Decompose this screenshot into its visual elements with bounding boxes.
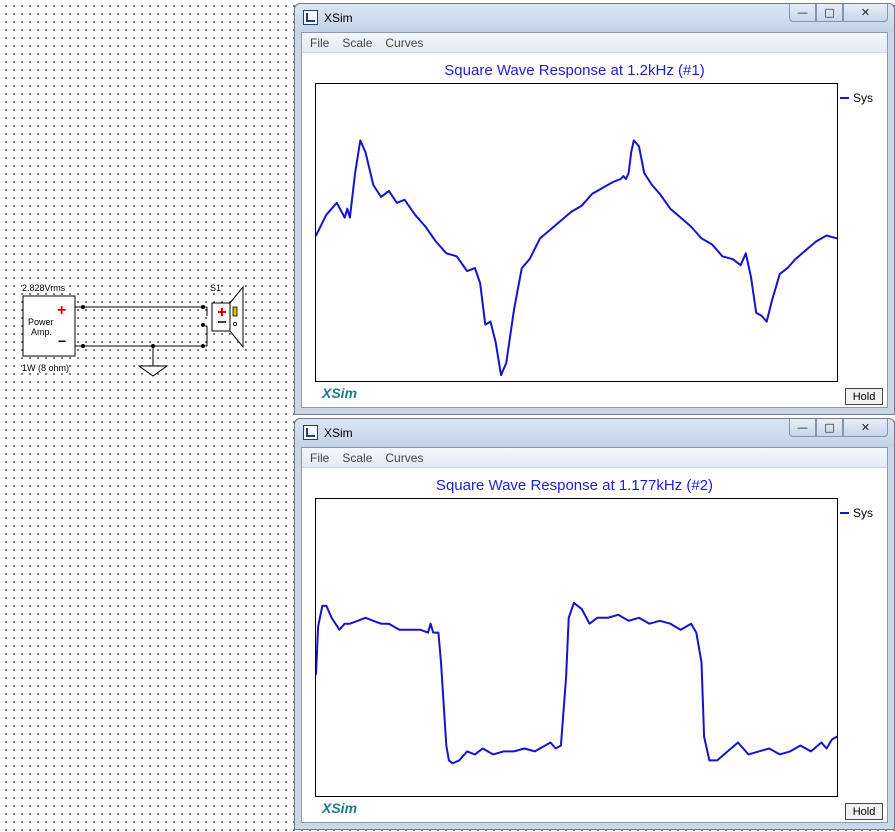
window-title: XSim: [324, 11, 353, 25]
xsim-window-1[interactable]: XSim — □ ✕ File Scale Curves Square Wave…: [294, 3, 895, 415]
xsim-brand: XSim: [322, 385, 358, 401]
legend: Sys: [840, 91, 873, 105]
window-controls: — □ ✕: [789, 4, 888, 24]
source-name-line2: Amp.: [31, 327, 53, 337]
menu-curves[interactable]: Curves: [385, 36, 423, 50]
window-client: File Scale Curves Square Wave Response a…: [301, 32, 888, 408]
xsim-window-2[interactable]: XSim — □ ✕ File Scale Curves Square Wave…: [294, 418, 895, 830]
menu-bar: File Scale Curves: [302, 33, 887, 53]
minimize-button[interactable]: —: [789, 4, 816, 22]
close-icon: ✕: [860, 421, 871, 434]
maximize-icon: □: [824, 421, 835, 434]
source-plus-sign: +: [57, 302, 67, 319]
menu-file[interactable]: File: [310, 451, 329, 465]
series-line-sys: [316, 601, 837, 765]
source-rating-label: 1W (8 ohm): [22, 363, 70, 373]
hold-button[interactable]: Hold: [845, 803, 883, 820]
maximize-button[interactable]: □: [816, 4, 843, 22]
minimize-icon: —: [797, 6, 808, 19]
menu-bar: File Scale Curves: [302, 448, 887, 468]
schematic: 2.828Vrms + Power Amp. − 1W (8 ohm) S1: [0, 270, 290, 390]
window-client: File Scale Curves Square Wave Response a…: [301, 447, 888, 823]
close-button[interactable]: ✕: [843, 419, 888, 437]
source-voltage-label: 2.828Vrms: [22, 283, 66, 293]
legend-label: Sys: [853, 506, 874, 520]
maximize-button[interactable]: □: [816, 419, 843, 437]
close-button[interactable]: ✕: [843, 4, 888, 22]
speaker-driver-box[interactable]: [211, 302, 231, 332]
chart-title: Square Wave Response at 1.2kHz (#1): [444, 62, 705, 79]
menu-file[interactable]: File: [310, 36, 329, 50]
window-controls: — □ ✕: [789, 419, 888, 439]
window-title: XSim: [324, 426, 353, 440]
minimize-button[interactable]: —: [789, 419, 816, 437]
xsim-brand: XSim: [322, 800, 358, 816]
legend-swatch: [840, 97, 849, 99]
chart-title: Square Wave Response at 1.177kHz (#2): [435, 477, 714, 494]
menu-scale[interactable]: Scale: [342, 36, 372, 50]
source-minus-sign: −: [58, 333, 67, 349]
legend-swatch: [840, 512, 849, 514]
speaker-cone-icon: [229, 285, 244, 349]
minimize-icon: —: [797, 421, 808, 434]
plot-area[interactable]: [315, 83, 838, 382]
plot-area[interactable]: [315, 498, 838, 797]
legend: Sys: [840, 506, 873, 520]
menu-scale[interactable]: Scale: [342, 451, 372, 465]
xsim-app-icon[interactable]: [303, 425, 318, 440]
driver-polarity-icon: [232, 306, 238, 317]
series-line-sys: [316, 139, 837, 377]
xsim-app-icon[interactable]: [303, 10, 318, 25]
response-chart: [316, 601, 837, 765]
response-chart: [316, 139, 837, 377]
hold-button[interactable]: Hold: [845, 388, 883, 405]
title-bar[interactable]: XSim — □ ✕: [295, 4, 894, 32]
close-icon: ✕: [860, 6, 871, 19]
source-name-line1: Power: [28, 317, 54, 327]
driver-label: S1: [210, 283, 222, 293]
legend-label: Sys: [853, 91, 874, 105]
maximize-icon: □: [824, 6, 835, 19]
title-bar[interactable]: XSim — □ ✕: [295, 419, 894, 447]
menu-curves[interactable]: Curves: [385, 451, 423, 465]
ground-icon: [137, 365, 169, 377]
